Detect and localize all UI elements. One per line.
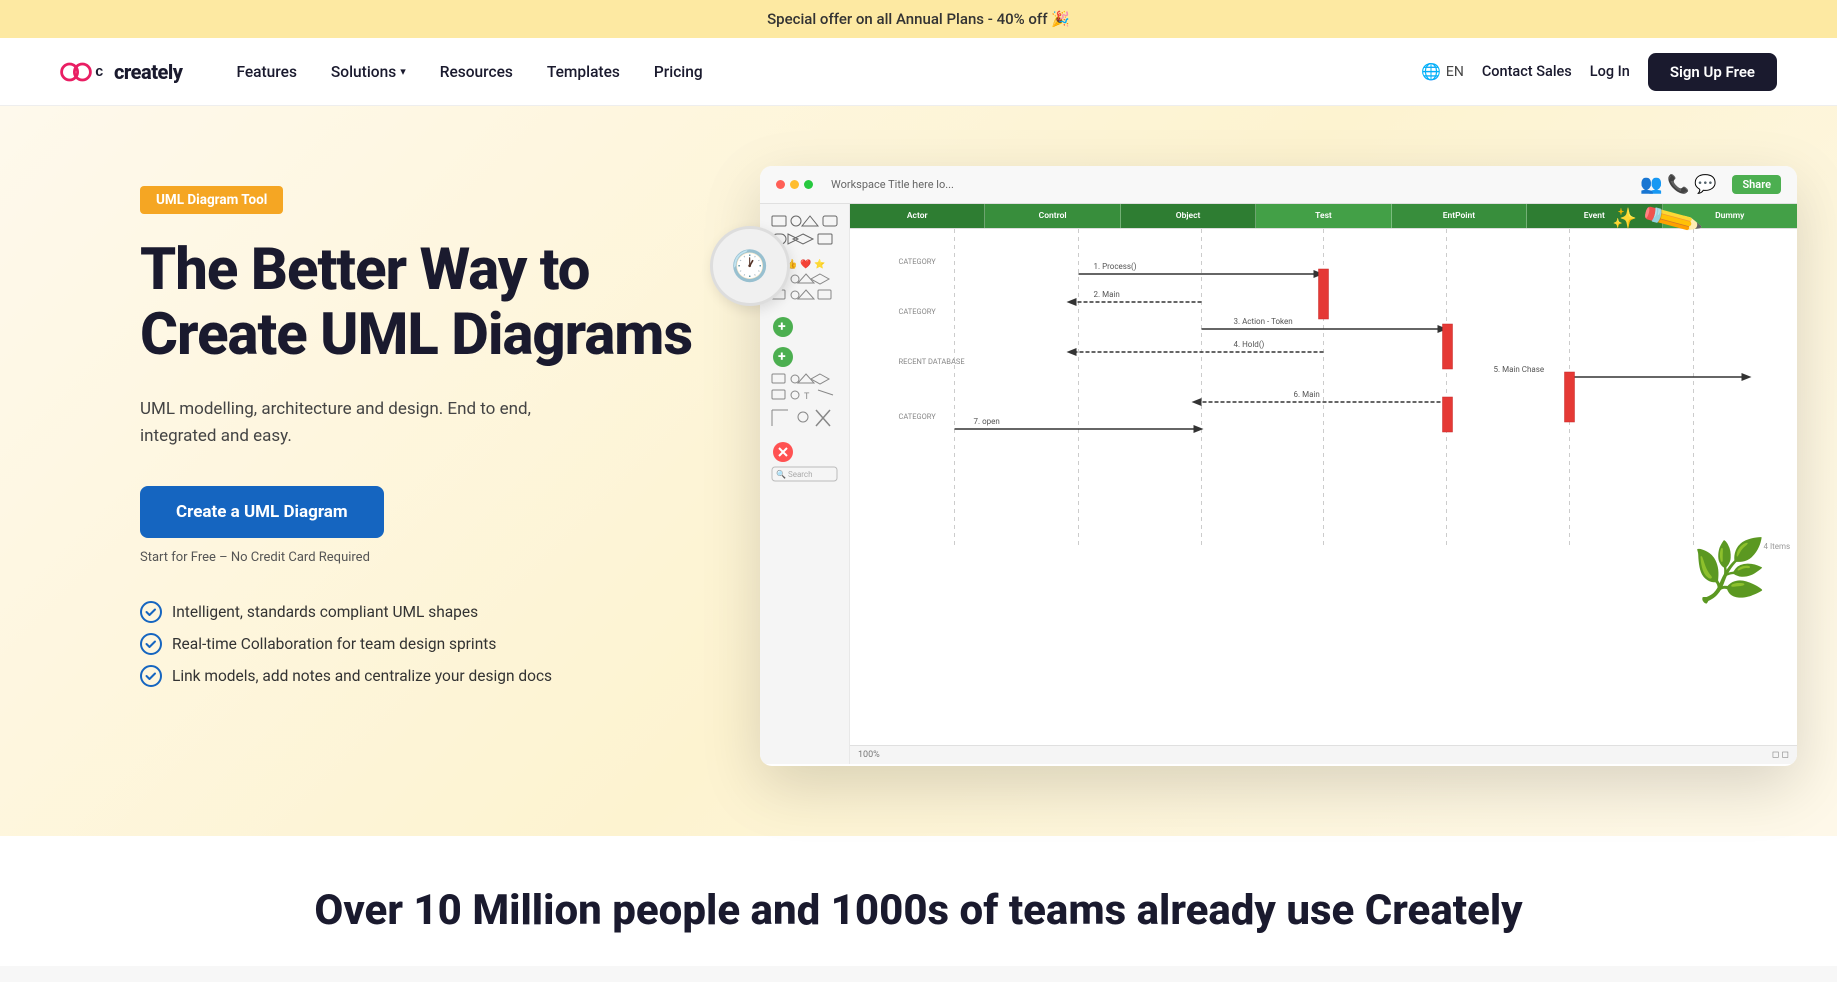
diagram-body: 🔴 👍 ❤️ ⭐ xyxy=(760,204,1797,764)
hero-badge: UML Diagram Tool xyxy=(140,186,283,214)
nav-right: 🌐 EN Contact Sales Log In Sign Up Free xyxy=(1421,53,1777,91)
svg-text:CATEGORY: CATEGORY xyxy=(899,412,937,421)
deco-clock: 🕐 xyxy=(710,226,790,306)
window-controls xyxy=(776,180,813,189)
svg-text:6. Main: 6. Main xyxy=(1294,390,1320,399)
nav-templates[interactable]: Templates xyxy=(533,55,634,89)
svg-text:2. Main: 2. Main xyxy=(1094,290,1120,299)
feature-item-3: Link models, add notes and centralize yo… xyxy=(140,665,720,687)
svg-text:5. Main Chase: 5. Main Chase xyxy=(1494,365,1545,374)
actor-control: Control xyxy=(985,204,1120,228)
sequence-diagram: Actor Control Object Test EntPoint Event… xyxy=(850,204,1797,764)
top-banner: Special offer on all Annual Plans - 40% … xyxy=(0,0,1837,38)
check-icon-3 xyxy=(140,665,162,687)
check-icon-2 xyxy=(140,633,162,655)
feature-item-1: Intelligent, standards compliant UML sha… xyxy=(140,601,720,623)
zoom-info: 100% xyxy=(858,750,880,760)
hero-features-list: Intelligent, standards compliant UML sha… xyxy=(140,601,720,687)
diagram-bottom-toolbar: 100% ◻ ◻ xyxy=(850,745,1797,764)
svg-text:⭐: ⭐ xyxy=(814,258,825,270)
chevron-down-icon: ▾ xyxy=(400,65,406,78)
svg-text:4 Items: 4 Items xyxy=(1764,542,1791,549)
diagram-toolbar: Workspace Title here lo... 👥 📞 💬 Share xyxy=(760,166,1797,204)
actor-entpoint: EntPoint xyxy=(1392,204,1527,228)
logo-link[interactable]: c creately xyxy=(60,57,182,87)
actor-actor: Actor xyxy=(850,204,985,228)
svg-text:❤️: ❤️ xyxy=(800,259,812,270)
globe-icon: 🌐 xyxy=(1421,62,1441,81)
hero-description: UML modelling, architecture and design. … xyxy=(140,396,600,450)
sequence-diagram-svg: 1. Process() 2. Main 3. Action - Token xyxy=(850,229,1797,549)
lang-label: EN xyxy=(1446,64,1464,80)
svg-text:7. open: 7. open xyxy=(974,417,1000,426)
hero-section: UML Diagram Tool The Better Way to Creat… xyxy=(0,106,1837,966)
hero-free-note: Start for Free – No Credit Card Required xyxy=(140,550,720,565)
bottom-section: Over 10 Million people and 1000s of team… xyxy=(0,836,1837,966)
nav-solutions[interactable]: Solutions ▾ xyxy=(317,55,420,89)
hero-cta-button[interactable]: Create a UML Diagram xyxy=(140,486,384,538)
nav-features[interactable]: Features xyxy=(222,55,310,89)
hero-title: The Better Way to Create UML Diagrams xyxy=(140,238,720,368)
language-selector[interactable]: 🌐 EN xyxy=(1421,62,1464,81)
hero-left: UML Diagram Tool The Better Way to Creat… xyxy=(140,186,720,687)
nav-resources[interactable]: Resources xyxy=(426,55,527,89)
svg-text:CATEGORY: CATEGORY xyxy=(899,257,937,266)
nav-links: Features Solutions ▾ Resources Templates… xyxy=(222,55,1420,89)
login-link[interactable]: Log In xyxy=(1590,63,1630,80)
logo-text: creately xyxy=(114,60,182,84)
feature-text-3: Link models, add notes and centralize yo… xyxy=(172,667,552,685)
hero-right: 🕐 ✨ ✏️ Workspace Title here lo... 👥 📞 💬 … xyxy=(740,186,1737,686)
workspace-title: Workspace Title here lo... xyxy=(831,178,1630,191)
diagram-status: ◻ ◻ xyxy=(1772,750,1789,760)
svg-text:CATEGORY: CATEGORY xyxy=(899,307,937,316)
svg-text:c: c xyxy=(95,64,103,80)
feature-text-1: Intelligent, standards compliant UML sha… xyxy=(172,603,478,621)
svg-text:RECENT DATABASE: RECENT DATABASE xyxy=(899,357,965,366)
minimize-dot xyxy=(790,180,799,189)
diagram-preview: Workspace Title here lo... 👥 📞 💬 Share xyxy=(760,166,1797,766)
actor-object: Object xyxy=(1121,204,1256,228)
contact-sales-link[interactable]: Contact Sales xyxy=(1482,63,1572,80)
check-icon-1 xyxy=(140,601,162,623)
close-dot xyxy=(776,180,785,189)
svg-text:🔍 Search: 🔍 Search xyxy=(776,469,813,479)
navbar: c creately Features Solutions ▾ Resource… xyxy=(0,38,1837,106)
hero-content: UML Diagram Tool The Better Way to Creat… xyxy=(0,106,1837,747)
svg-text:1. Process(): 1. Process() xyxy=(1094,262,1137,271)
deco-sparkle: ✨ xyxy=(1612,206,1637,230)
svg-text:+: + xyxy=(778,319,786,335)
svg-text:4. Hold(): 4. Hold() xyxy=(1234,340,1265,349)
feature-item-2: Real-time Collaboration for team design … xyxy=(140,633,720,655)
feature-text-2: Real-time Collaboration for team design … xyxy=(172,635,496,653)
svg-text:+: + xyxy=(778,349,786,365)
svg-text:T: T xyxy=(804,392,810,402)
share-button[interactable]: Share xyxy=(1732,175,1781,194)
signup-button[interactable]: Sign Up Free xyxy=(1648,53,1777,91)
nav-pricing[interactable]: Pricing xyxy=(640,55,717,89)
creately-logo-icon: c xyxy=(60,57,108,87)
bottom-title: Over 10 Million people and 1000s of team… xyxy=(60,886,1777,936)
deco-plant: 🌿 xyxy=(1692,535,1767,606)
banner-text: Special offer on all Annual Plans - 40% … xyxy=(767,10,1070,28)
actor-test: Test xyxy=(1256,204,1391,228)
maximize-dot xyxy=(804,180,813,189)
svg-text:3. Action - Token: 3. Action - Token xyxy=(1234,317,1293,326)
